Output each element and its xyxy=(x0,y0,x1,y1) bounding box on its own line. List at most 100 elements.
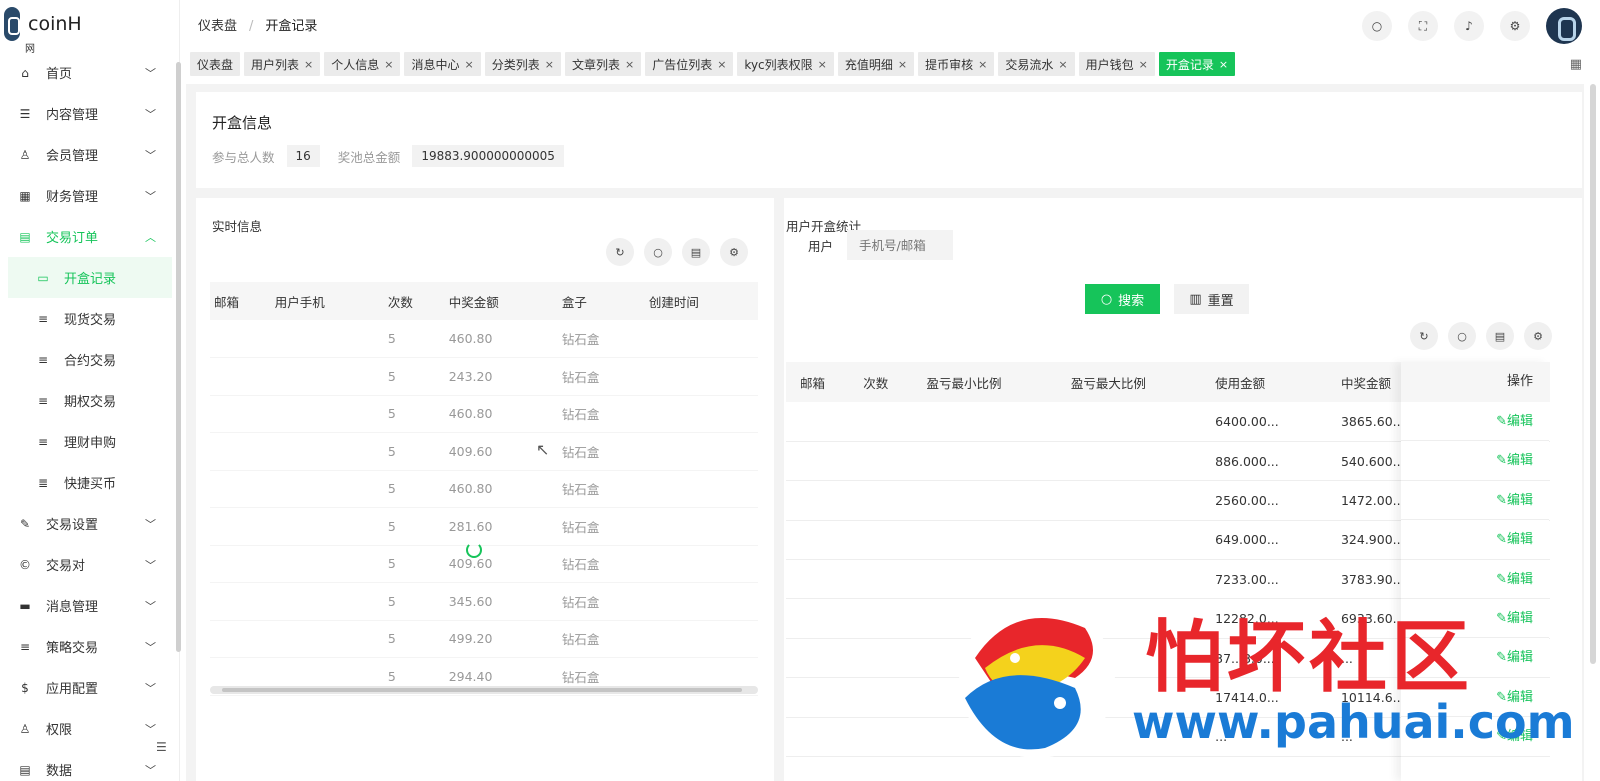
close-icon[interactable]: × xyxy=(1139,58,1148,71)
sidebar-item[interactable]: ♙ 权限 ﹀ xyxy=(0,708,172,749)
close-icon[interactable]: × xyxy=(818,58,827,71)
column-header[interactable]: 使用金额 xyxy=(1201,362,1327,402)
sidebar-item[interactable]: ≡ 现货交易 xyxy=(0,298,172,339)
edit-button[interactable]: ✎编辑 xyxy=(1401,481,1549,521)
edit-button[interactable]: ✎编辑 xyxy=(1401,402,1549,442)
close-icon[interactable]: × xyxy=(1058,58,1067,71)
settings-icon[interactable]: ⚙ xyxy=(1524,322,1552,350)
sidebar-item[interactable]: ▬ 消息管理 ﹀ xyxy=(0,585,172,626)
sidebar-item[interactable]: ✎ 交易设置 ﹀ xyxy=(0,503,172,544)
tab[interactable]: 提币审核 × xyxy=(918,52,995,76)
refresh-icon[interactable]: ↻ xyxy=(606,238,634,266)
sidebar-item[interactable]: © 交易对 ﹀ xyxy=(0,544,172,585)
print-icon[interactable]: ▤ xyxy=(682,238,710,266)
table-row[interactable]: 5 345.60 钻石盒 xyxy=(210,582,758,621)
sidebar-item[interactable]: ≡ 理财申购 xyxy=(0,421,172,462)
search-icon[interactable]: ○ xyxy=(1448,322,1476,350)
close-icon[interactable]: × xyxy=(384,58,393,71)
column-header[interactable]: 用户手机 xyxy=(270,282,384,320)
tab[interactable]: 交易流水 × xyxy=(998,52,1075,76)
refresh-icon[interactable]: ↻ xyxy=(1410,322,1438,350)
edit-button[interactable]: ✎编辑 xyxy=(1401,441,1549,481)
sidebar-item[interactable]: $ 应用配置 ﹀ xyxy=(0,667,172,708)
table-cell: 5 xyxy=(383,470,445,508)
participants-label: 参与总人数 xyxy=(212,149,275,165)
tab[interactable]: kyc列表权限 × xyxy=(737,52,834,76)
bell-icon[interactable]: ♪ xyxy=(1454,11,1484,41)
box-icon: ▭ xyxy=(37,270,49,285)
horizontal-scrollbar[interactable] xyxy=(210,686,758,694)
sidebar-scrollbar[interactable] xyxy=(176,62,181,652)
avatar[interactable] xyxy=(1546,8,1582,44)
reset-button[interactable]: ▥ 重置 xyxy=(1174,284,1249,314)
search-icon[interactable]: ○ xyxy=(644,238,672,266)
tab[interactable]: 个人信息 × xyxy=(324,52,401,76)
sidebar-item[interactable]: ▦ 财务管理 ﹀ xyxy=(0,175,172,216)
close-icon[interactable]: × xyxy=(625,58,634,71)
sidebar-menu: ⌂ 首页 ﹀ ☰ 内容管理 ﹀ ♙ 会员管理 ﹀ ▦ 财务管理 ﹀ ▤ 交易订单 ︿ ▭ 开盒记录 ≡ 现货交易 ≡ 合… xyxy=(0,52,172,781)
tab[interactable]: 广告位列表 × xyxy=(645,52,734,76)
sidebar-item[interactable]: ▤ 交易订单 ︿ xyxy=(0,216,172,257)
tab[interactable]: 充值明细 × xyxy=(837,52,915,76)
fullscreen-icon[interactable]: ⛶ xyxy=(1408,11,1438,41)
sidebar-item[interactable]: ▭ 开盒记录 xyxy=(8,257,172,298)
close-icon[interactable]: × xyxy=(978,58,987,71)
table-cell xyxy=(270,620,384,658)
close-icon[interactable]: × xyxy=(304,58,313,71)
close-icon[interactable]: × xyxy=(465,58,474,71)
table-row[interactable]: 5 409.60 钻石盒 xyxy=(210,545,758,583)
user-search-input[interactable] xyxy=(847,230,954,260)
gear-icon[interactable]: ⚙ xyxy=(1500,11,1530,41)
search-button[interactable]: ○ 搜索 xyxy=(1085,284,1160,314)
chevron-down-icon: ﹀ xyxy=(145,149,156,162)
tab[interactable]: 用户钱包 × xyxy=(1078,52,1155,76)
tab[interactable]: 开盒记录 × xyxy=(1158,52,1236,76)
column-header[interactable]: 次数 xyxy=(849,362,913,402)
sidebar-item[interactable]: ≡ 期权交易 xyxy=(0,380,172,421)
breadcrumb-item[interactable]: 仪表盘 xyxy=(198,19,237,34)
close-icon[interactable]: × xyxy=(545,58,554,71)
tab[interactable]: 分类列表 × xyxy=(484,52,561,76)
sidebar-item[interactable]: ≡ 策略交易 ﹀ xyxy=(0,626,172,667)
table-row[interactable]: 5 460.80 钻石盒 xyxy=(210,320,758,358)
tab[interactable]: 消息中心 × xyxy=(404,52,481,76)
column-header[interactable]: 盈亏最大比例 xyxy=(1056,362,1202,402)
grid-icon[interactable]: ▦ xyxy=(1570,57,1582,72)
table-row[interactable]: 5 499.20 钻石盒 xyxy=(210,620,758,658)
search-icon[interactable]: ○ xyxy=(1362,11,1392,41)
sidebar-item[interactable]: ▤ 数据 ﹀ xyxy=(0,749,172,781)
column-header[interactable]: 盒子 xyxy=(557,282,645,320)
column-header[interactable]: 次数 xyxy=(383,282,445,320)
edit-button[interactable]: ✎编辑 xyxy=(1401,520,1549,560)
sidebar-item-label: 现货交易 xyxy=(64,313,117,328)
page-scrollbar[interactable] xyxy=(1590,84,1596,664)
table-row[interactable]: 5 460.80 钻石盒 xyxy=(210,395,758,433)
close-icon[interactable]: × xyxy=(717,58,726,71)
sidebar-item[interactable]: ≡ 合约交易 xyxy=(0,339,172,380)
table-cell: 649.000... xyxy=(1201,520,1327,561)
column-header[interactable]: 邮箱 xyxy=(210,282,271,320)
settings-icon[interactable]: ⚙ xyxy=(720,238,748,266)
collapse-menu-icon[interactable]: ☰ xyxy=(156,740,167,754)
close-icon[interactable]: × xyxy=(1219,58,1228,71)
sidebar-item[interactable]: ♙ 会员管理 ﹀ xyxy=(0,134,172,175)
sidebar-item[interactable]: ☰ 内容管理 ﹀ xyxy=(0,93,172,134)
column-header[interactable]: 邮箱 xyxy=(786,362,850,402)
tab[interactable]: 用户列表 × xyxy=(244,52,321,76)
sidebar-item[interactable]: ≣ 快捷买币 xyxy=(0,462,172,503)
column-header[interactable]: 创建时间 xyxy=(644,282,758,320)
sidebar-item-label: 快捷买币 xyxy=(64,477,117,492)
table-row[interactable]: 5 281.60 钻石盒 xyxy=(210,507,758,546)
tab[interactable]: 仪表盘 xyxy=(190,52,241,76)
tab[interactable]: 文章列表 × xyxy=(564,52,642,76)
table-row[interactable]: 5 243.20 钻石盒 xyxy=(210,357,758,396)
sidebar-item[interactable]: ⌂ 首页 ﹀ xyxy=(0,52,172,93)
table-row[interactable]: 5 409.60 钻石盒 xyxy=(210,432,758,471)
column-header[interactable]: 盈亏最小比例 xyxy=(912,362,1057,402)
edit-button[interactable]: ✎编辑 xyxy=(1401,560,1549,599)
table-row[interactable]: 5 460.80 钻石盒 xyxy=(210,470,758,508)
close-icon[interactable]: × xyxy=(898,58,907,71)
column-header[interactable]: 中奖金额 xyxy=(444,282,558,320)
print-icon[interactable]: ▤ xyxy=(1486,322,1514,350)
tab-label: kyc列表权限 xyxy=(744,57,813,72)
